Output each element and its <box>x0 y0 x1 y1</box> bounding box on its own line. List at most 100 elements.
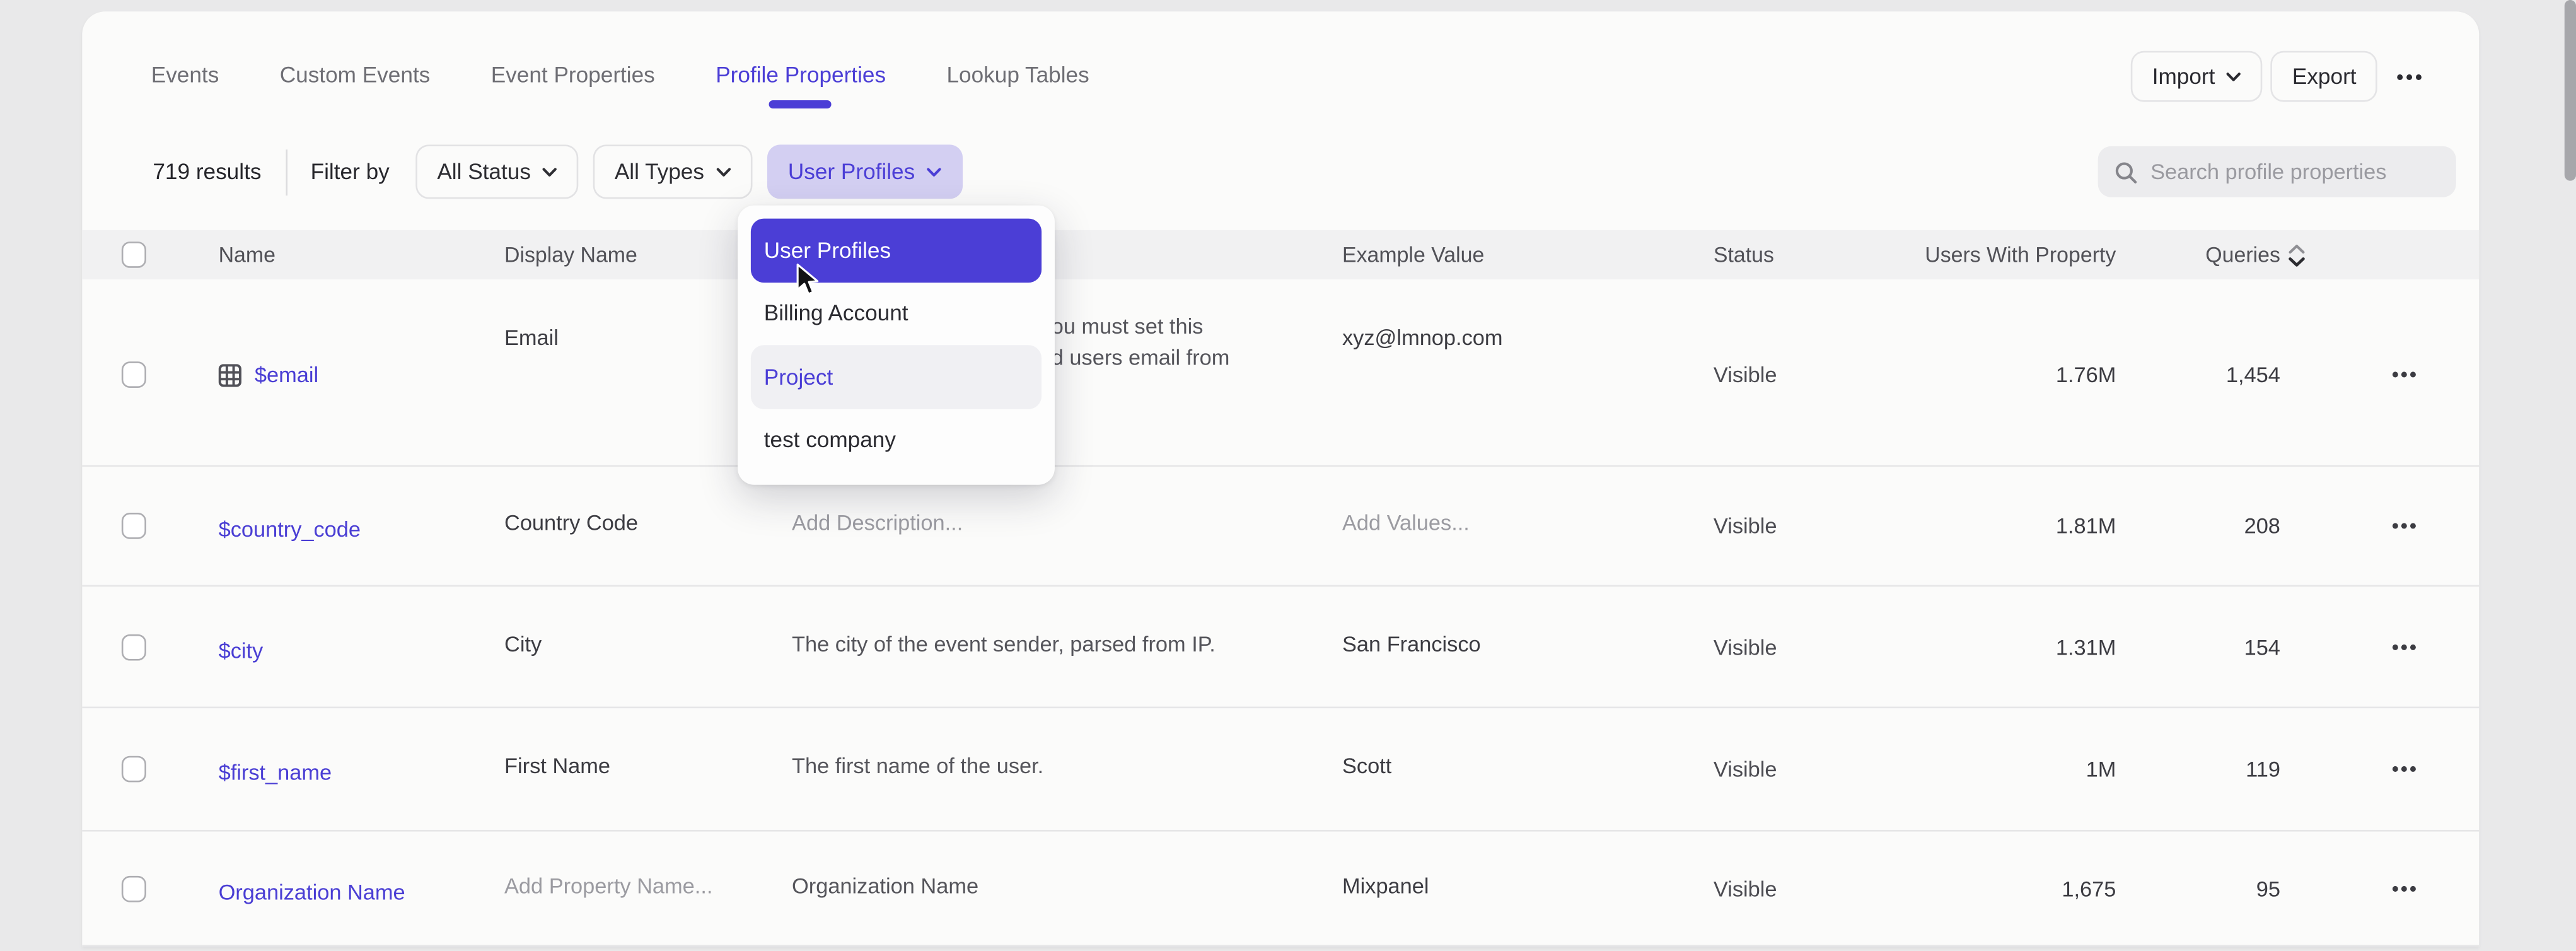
header-status: Status <box>1714 242 1774 267</box>
description-cell[interactable]: The city of the event sender, parsed fro… <box>792 631 1215 656</box>
row-checkbox[interactable] <box>122 756 146 783</box>
property-name-link[interactable]: $first_name <box>219 760 332 785</box>
status-cell[interactable]: Visible <box>1714 513 1777 538</box>
display-name-cell[interactable]: Country Code <box>504 510 638 535</box>
mouse-cursor-icon <box>795 263 820 298</box>
header-queries[interactable]: Queries <box>2149 242 2305 267</box>
row-menu-button[interactable]: ••• <box>2374 877 2436 899</box>
filter-bar: 719 results Filter by All Status All Typ… <box>153 144 977 199</box>
row-checkbox[interactable] <box>122 875 146 902</box>
export-button-label: Export <box>2292 64 2357 89</box>
export-button[interactable]: Export <box>2271 51 2377 102</box>
row-menu-button[interactable]: ••• <box>2374 515 2436 537</box>
table-grid-icon <box>219 363 241 386</box>
description-cell[interactable]: ou must set this d users email from <box>1052 312 1230 373</box>
status-cell[interactable]: Visible <box>1714 757 1777 781</box>
queries-cell: 119 <box>2149 757 2280 781</box>
select-all-checkbox[interactable] <box>122 242 146 268</box>
dropdown-item-user-profiles[interactable]: User Profiles <box>751 219 1041 282</box>
filter-by-label: Filter by <box>311 160 390 184</box>
table-header: Name Display Name Example Value Status U… <box>82 230 2479 279</box>
users-with-property-cell: 1M <box>1790 757 2116 781</box>
status-cell[interactable]: Visible <box>1714 634 1777 659</box>
property-name-label: $email <box>255 363 318 387</box>
dropdown-item-test-company[interactable]: test company <box>751 409 1041 472</box>
table-row: $first_name First Name The first name of… <box>82 708 2479 831</box>
chevron-down-icon <box>926 166 941 177</box>
header-queries-label: Queries <box>2205 242 2280 267</box>
row-menu-button[interactable]: ••• <box>2374 363 2436 386</box>
users-with-property-cell: 1.31M <box>1790 634 2116 659</box>
search-icon <box>2115 160 2137 183</box>
profile-entity-filter-label: User Profiles <box>788 160 915 184</box>
chevron-down-icon <box>2227 71 2241 81</box>
status-filter-dropdown[interactable]: All Status <box>415 144 578 199</box>
header-display-name: Display Name <box>504 242 637 267</box>
type-filter-dropdown[interactable]: All Types <box>593 144 752 199</box>
import-button[interactable]: Import <box>2131 51 2263 102</box>
status-filter-label: All Status <box>437 160 531 184</box>
lexicon-card: Events Custom Events Event Properties Pr… <box>82 11 2479 947</box>
users-with-property-cell: 1,675 <box>1790 876 2116 901</box>
row-checkbox[interactable] <box>122 634 146 660</box>
queries-cell: 154 <box>2149 634 2280 659</box>
display-name-cell[interactable]: Email <box>504 325 559 350</box>
table-body: $email Email ou must set this d users em… <box>82 279 2479 947</box>
status-cell[interactable]: Visible <box>1714 876 1777 901</box>
tab-event-properties[interactable]: Event Properties <box>491 62 655 87</box>
row-checkbox[interactable] <box>122 361 146 388</box>
display-name-cell[interactable]: Add Property Name... <box>504 873 712 897</box>
row-menu-button[interactable]: ••• <box>2374 757 2436 780</box>
example-value-cell[interactable]: Mixpanel <box>1342 873 1429 897</box>
search-input[interactable]: Search profile properties <box>2098 146 2456 197</box>
type-filter-label: All Types <box>615 160 704 184</box>
queries-cell: 95 <box>2149 876 2280 901</box>
toolbar-actions: Import Export ••• <box>2131 51 2435 102</box>
dropdown-item-billing-account[interactable]: Billing Account <box>751 282 1041 345</box>
tab-lookup-tables[interactable]: Lookup Tables <box>946 62 1089 87</box>
property-name-link[interactable]: $city <box>219 638 264 662</box>
chevron-down-icon <box>542 166 557 177</box>
chevron-down-icon <box>716 166 730 177</box>
sort-icon <box>2289 243 2305 266</box>
header-example-value: Example Value <box>1342 242 1484 267</box>
description-cell[interactable]: Add Description... <box>792 510 963 535</box>
queries-cell: 1,454 <box>2149 363 2280 387</box>
import-button-label: Import <box>2152 64 2215 89</box>
row-checkbox[interactable] <box>122 513 146 539</box>
results-count: 719 results <box>153 160 261 184</box>
property-name-link[interactable]: Organization Name <box>219 879 405 904</box>
table-row: $country_code Country Code Add Descripti… <box>82 467 2479 586</box>
queries-cell: 208 <box>2149 513 2280 538</box>
header-name: Name <box>219 242 276 267</box>
display-name-cell[interactable]: City <box>504 631 542 656</box>
more-options-button[interactable]: ••• <box>2386 65 2435 88</box>
description-cell[interactable]: The first name of the user. <box>792 754 1043 778</box>
users-with-property-cell: 1.81M <box>1790 513 2116 538</box>
row-menu-button[interactable]: ••• <box>2374 635 2436 658</box>
users-with-property-cell: 1.76M <box>1790 363 2116 387</box>
property-name-link[interactable]: $country_code <box>219 517 361 542</box>
example-value-cell[interactable]: xyz@lmnop.com <box>1342 325 1503 350</box>
tab-bar: Events Custom Events Event Properties Pr… <box>151 62 1089 87</box>
dropdown-item-project[interactable]: Project <box>751 345 1041 408</box>
table-row: $city City The city of the event sender,… <box>82 586 2479 708</box>
tab-custom-events[interactable]: Custom Events <box>280 62 431 87</box>
profile-entity-dropdown-menu: User Profiles Billing Account Project te… <box>738 206 1055 485</box>
table-row: Organization Name Add Property Name... O… <box>82 832 2479 947</box>
display-name-cell[interactable]: First Name <box>504 754 610 778</box>
search-placeholder: Search profile properties <box>2150 160 2386 184</box>
header-users-with-property: Users With Property <box>1790 242 2116 267</box>
profile-entity-filter-dropdown[interactable]: User Profiles <box>767 144 963 199</box>
divider <box>286 149 288 195</box>
example-value-cell[interactable]: San Francisco <box>1342 631 1481 656</box>
example-value-cell[interactable]: Add Values... <box>1342 510 1470 535</box>
property-name-link[interactable]: $email <box>219 363 319 387</box>
tab-profile-properties[interactable]: Profile Properties <box>716 62 886 87</box>
description-cell[interactable]: Organization Name <box>792 873 978 897</box>
tab-events[interactable]: Events <box>151 62 219 87</box>
vertical-scrollbar-thumb[interactable] <box>2565 0 2576 181</box>
example-value-cell[interactable]: Scott <box>1342 754 1391 778</box>
page: Events Custom Events Event Properties Pr… <box>0 0 2576 951</box>
status-cell[interactable]: Visible <box>1714 363 1777 387</box>
